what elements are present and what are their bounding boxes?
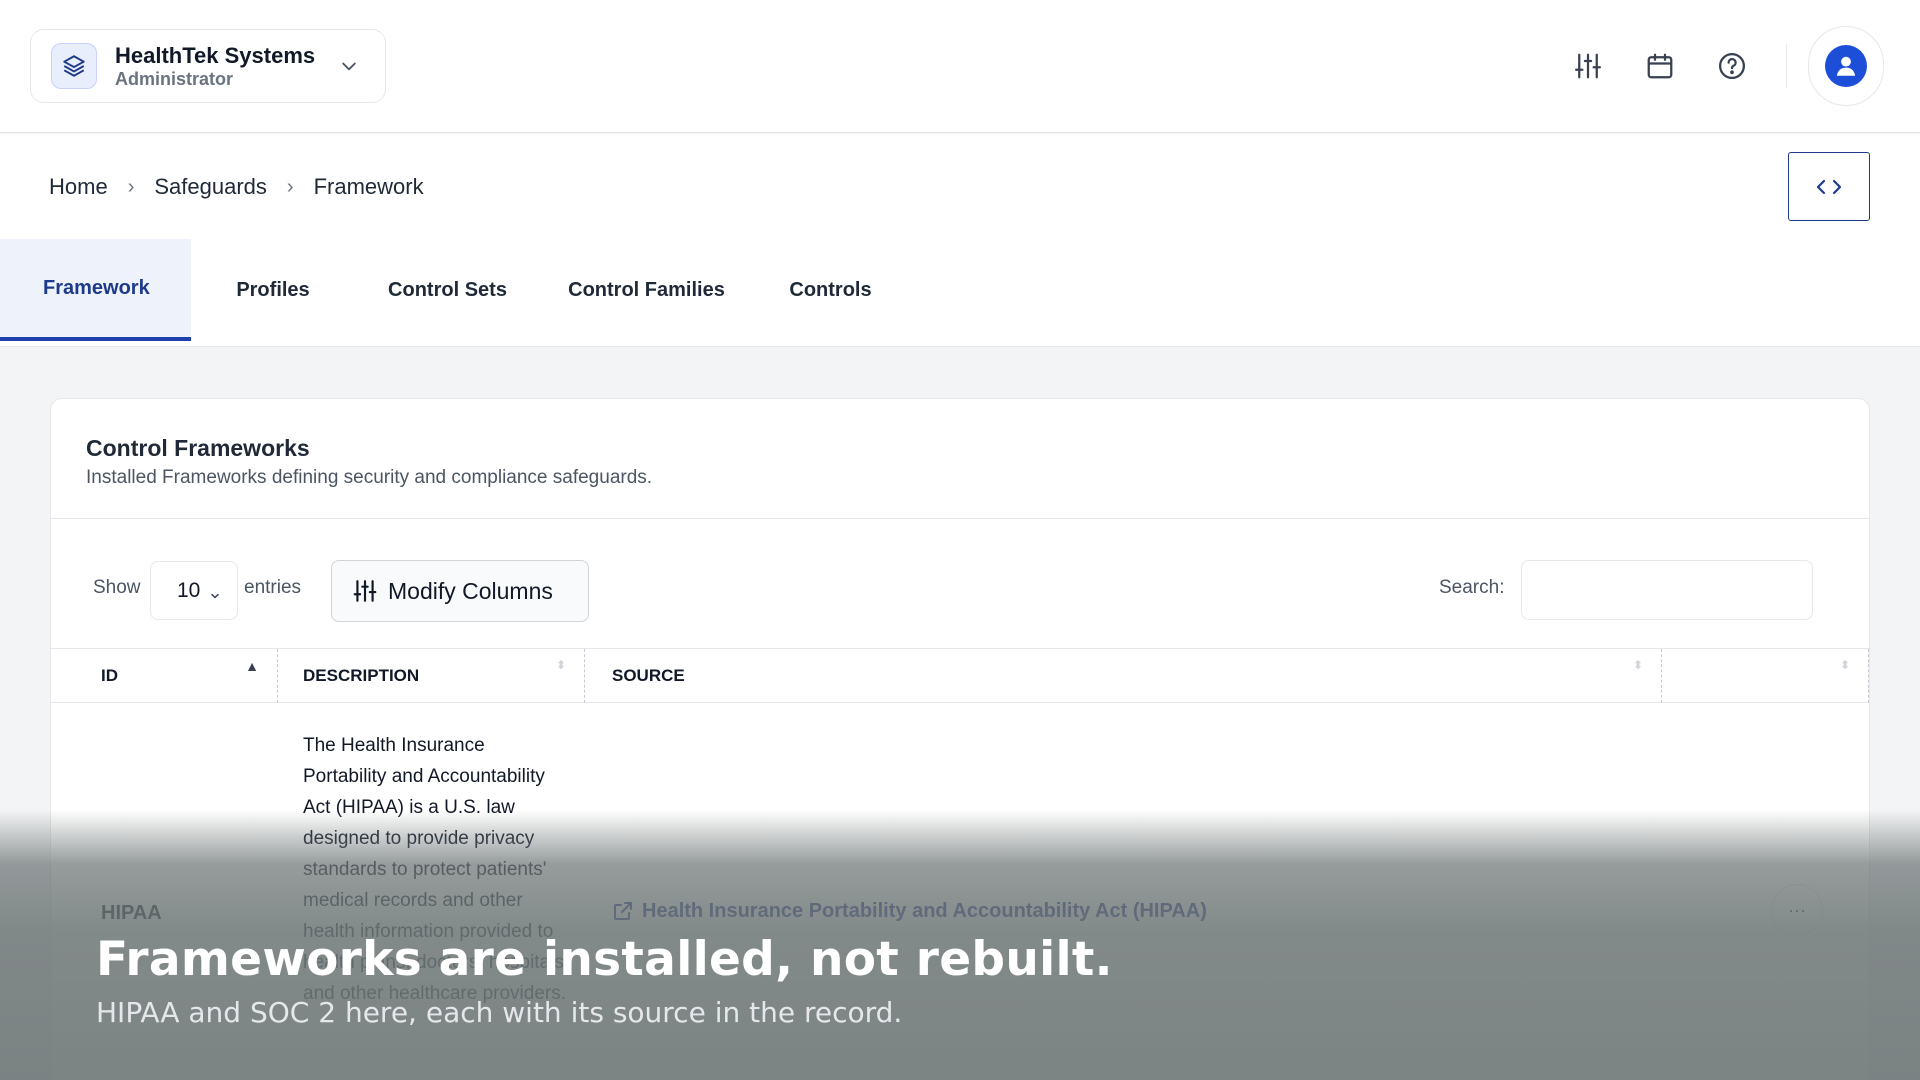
user-role: Administrator	[115, 68, 234, 89]
table-controls: Show 10 entries Modify Columns Search:	[51, 519, 1869, 647]
modify-columns-button[interactable]: Modify Columns	[331, 560, 589, 622]
sort-icon: ⬍	[1632, 658, 1643, 672]
chevron-right-icon: ›	[127, 175, 135, 198]
framework-source-label: Health Insurance Portability and Account…	[642, 899, 1207, 922]
column-header-label: DESCRIPTION	[303, 666, 420, 685]
tab-framework[interactable]: Framework	[0, 239, 191, 341]
card-subtitle: Installed Frameworks defining security a…	[86, 467, 653, 488]
chevron-down-icon	[339, 56, 359, 81]
sort-ascending-icon: ▲	[245, 658, 259, 674]
breadcrumb: Home › Safeguards › Framework	[49, 174, 424, 200]
user-menu-button[interactable]	[1808, 26, 1884, 106]
tab-bar: Framework Profiles Control Sets Control …	[0, 239, 908, 347]
column-header-id[interactable]: ID ▲	[51, 649, 278, 703]
user-avatar-icon	[1825, 45, 1867, 87]
breadcrumb-home[interactable]: Home	[49, 174, 108, 200]
header-divider	[1786, 44, 1787, 88]
tab-controls[interactable]: Controls	[753, 239, 908, 341]
column-header-description[interactable]: DESCRIPTION ⬍	[278, 649, 585, 703]
page-subheader: Home › Safeguards › Framework Framework …	[0, 134, 1920, 347]
tab-control-sets[interactable]: Control Sets	[355, 239, 540, 341]
top-header: HealthTek Systems Administrator	[0, 0, 1920, 133]
sliders-icon	[353, 580, 377, 602]
code-view-button[interactable]	[1788, 152, 1870, 221]
search-input[interactable]	[1521, 560, 1813, 620]
external-link-icon	[614, 902, 632, 920]
page-length-value: 10	[177, 578, 201, 602]
caption-subtitle: HIPAA and SOC 2 here, each with its sour…	[96, 996, 903, 1029]
breadcrumb-safeguards[interactable]: Safeguards	[154, 174, 267, 200]
sort-icon: ⬍	[555, 658, 566, 672]
column-header-label: SOURCE	[612, 666, 685, 685]
card-title: Control Frameworks	[86, 435, 310, 461]
column-header-actions[interactable]: ⬍	[1662, 649, 1869, 703]
show-label: Show	[93, 577, 141, 598]
layers-icon	[51, 43, 97, 89]
tab-control-families[interactable]: Control Families	[540, 239, 753, 341]
chevron-right-icon: ›	[286, 175, 294, 198]
calendar-icon[interactable]	[1642, 48, 1678, 84]
row-actions-button[interactable]: ···	[1771, 884, 1823, 936]
sliders-icon[interactable]	[1570, 48, 1606, 84]
table-header: ID ▲ DESCRIPTION ⬍ SOURCE ⬍ ⬍	[51, 648, 1871, 703]
entries-label: entries	[244, 577, 302, 598]
card-header: Control Frameworks Installed Frameworks …	[51, 399, 1869, 519]
framework-id: HIPAA	[101, 902, 162, 924]
search-label: Search:	[1439, 577, 1505, 598]
page-length-select[interactable]: 10	[150, 561, 238, 620]
code-icon	[1816, 179, 1842, 194]
modify-columns-label: Modify Columns	[388, 577, 553, 604]
column-header-source[interactable]: SOURCE ⬍	[585, 649, 1662, 703]
sort-icon: ⬍	[1839, 658, 1850, 672]
organization-name: HealthTek Systems	[115, 42, 316, 68]
organization-switcher[interactable]: HealthTek Systems Administrator	[30, 29, 386, 103]
framework-source-link[interactable]: Health Insurance Portability and Account…	[611, 899, 1207, 923]
tab-profiles[interactable]: Profiles	[191, 239, 355, 341]
column-header-label: ID	[101, 666, 118, 685]
caption-title: Frameworks are installed, not rebuilt.	[96, 932, 1113, 987]
help-icon[interactable]	[1714, 48, 1750, 84]
breadcrumb-framework: Framework	[313, 174, 424, 199]
chevron-down-icon	[209, 584, 221, 608]
